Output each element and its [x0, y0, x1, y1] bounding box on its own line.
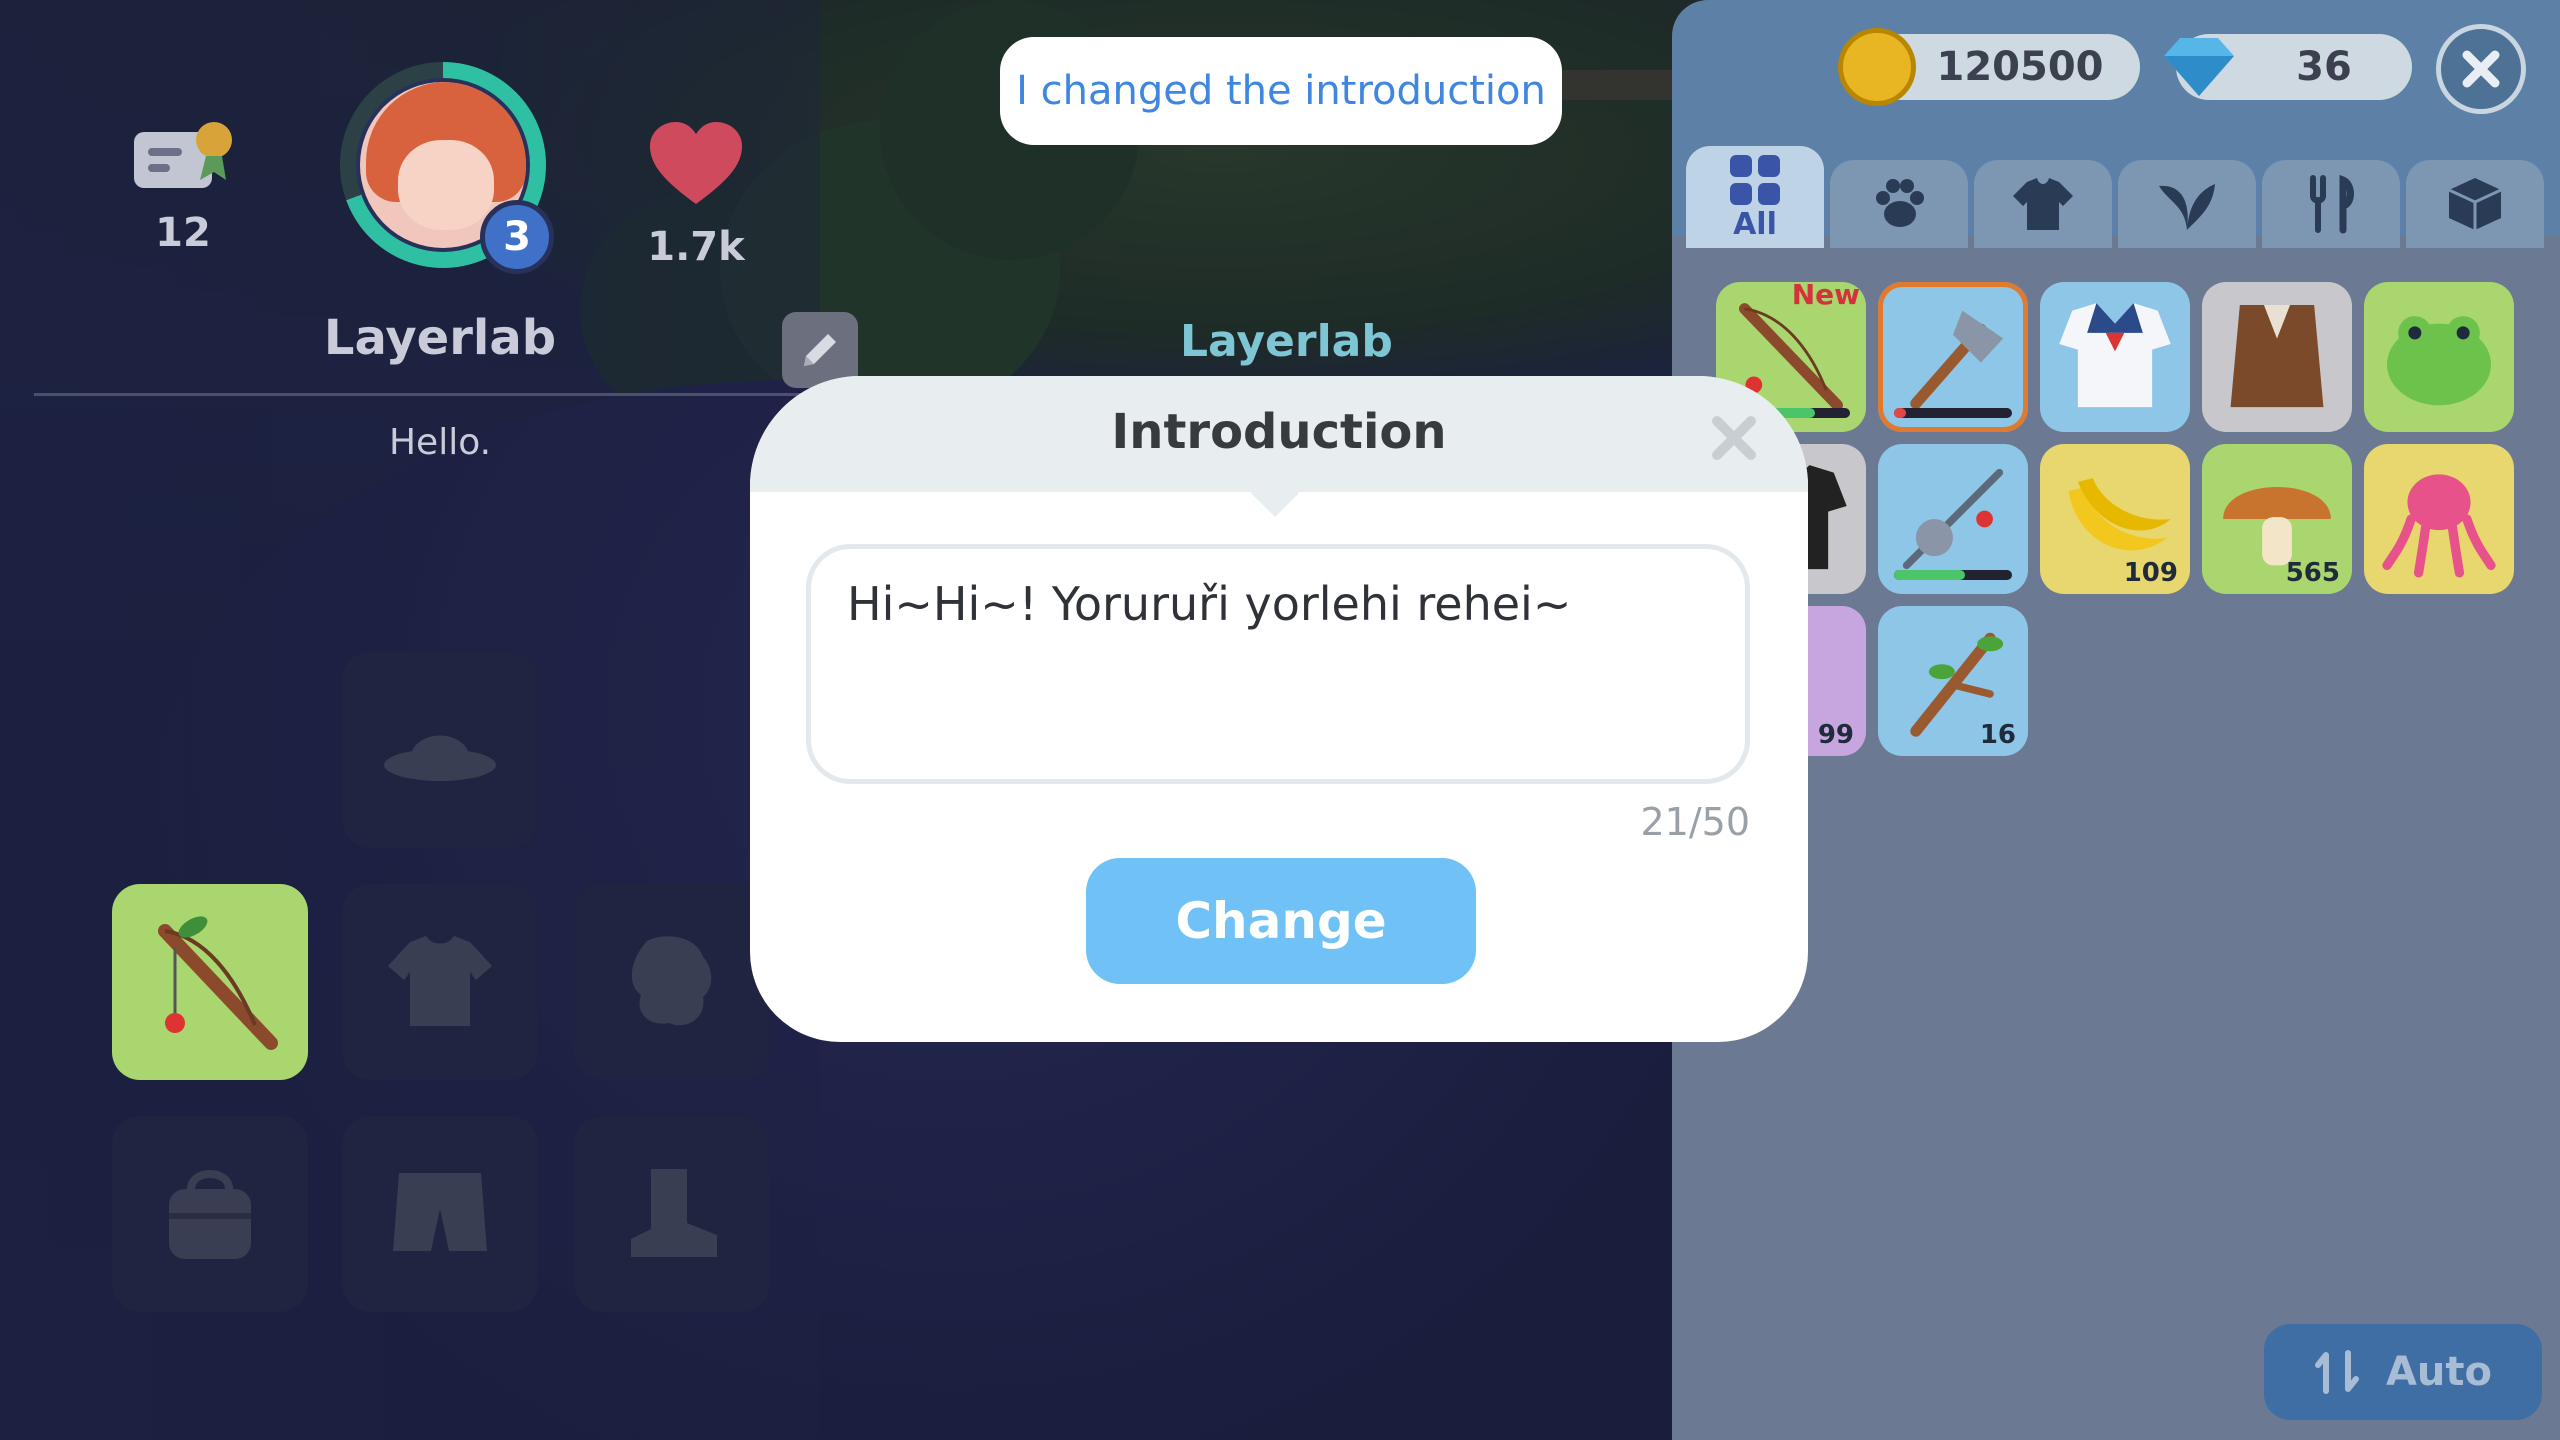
inventory-item-vest[interactable] — [2202, 282, 2352, 432]
inventory-item-sailor-shirt[interactable] — [2040, 282, 2190, 432]
coin-icon — [1838, 28, 1916, 106]
tab-all[interactable]: All — [1686, 146, 1824, 248]
pencil-icon — [804, 334, 836, 366]
inventory-item-octopus[interactable] — [2364, 444, 2514, 594]
introduction-input[interactable] — [806, 544, 1750, 784]
inventory-item-branch[interactable]: 16 — [1878, 606, 2028, 756]
equip-slot-fishing-rod[interactable] — [112, 884, 308, 1080]
tab-clothes[interactable] — [1974, 160, 2112, 248]
close-icon — [1712, 416, 1756, 460]
octopus-icon — [2382, 474, 2496, 578]
durability-bar — [1894, 408, 2012, 418]
profile-introduction: Hello. — [388, 422, 492, 463]
hat-icon — [384, 735, 496, 781]
item-count: 16 — [1979, 720, 2016, 750]
profile-name: Layerlab — [323, 310, 557, 366]
level-badge: 3 — [480, 200, 554, 274]
mail-count: 12 — [155, 210, 211, 256]
gem-amount: 36 — [2296, 44, 2352, 90]
glove-icon — [631, 936, 712, 1026]
player-name-tag: Layerlab — [1180, 316, 1393, 367]
change-button[interactable]: Change — [1086, 858, 1476, 984]
inventory-item-fishing-reel[interactable] — [1878, 444, 2028, 594]
sort-icon — [2314, 1350, 2359, 1394]
item-count: 99 — [1817, 720, 1854, 750]
likes-stat[interactable]: 1.7k — [632, 120, 760, 270]
item-count: 565 — [2285, 558, 2340, 588]
close-inventory-button[interactable] — [2436, 24, 2526, 114]
vest-icon — [2230, 305, 2324, 408]
new-tag: New — [1791, 282, 1860, 311]
equip-slot-top[interactable] — [342, 884, 538, 1080]
axe-icon — [1910, 310, 2004, 409]
auto-sort-label: Auto — [2385, 1349, 2493, 1395]
coin-amount: 120500 — [1936, 44, 2104, 90]
sailor-shirt-icon — [2059, 303, 2171, 408]
tab-plants[interactable] — [2118, 160, 2256, 248]
clothes-icon — [2013, 178, 2073, 230]
shirt-icon — [388, 936, 492, 1026]
item-count: 109 — [2123, 558, 2178, 588]
mail-stat[interactable]: 12 — [128, 118, 238, 256]
likes-count: 1.7k — [647, 224, 745, 270]
box-icon — [2448, 178, 2502, 230]
durability-bar — [1894, 570, 2012, 580]
tab-food[interactable] — [2262, 160, 2400, 248]
grid-icon — [1730, 154, 1780, 205]
shorts-icon — [393, 1173, 487, 1251]
name-divider — [34, 393, 824, 396]
inventory-item-frog-hat[interactable] — [2364, 282, 2514, 432]
fishing-reel-icon — [1902, 468, 2004, 570]
equip-slot-gloves[interactable] — [574, 884, 770, 1080]
leaf-icon — [2159, 184, 2215, 230]
toast-notification: I changed the introduction — [1000, 37, 1562, 145]
fishing-rod-icon — [158, 916, 278, 1050]
dialog-title: Introduction — [1111, 404, 1447, 460]
profile-panel: 12 3 1.7k Layerlab Hello. — [0, 0, 858, 1440]
boot-icon — [631, 1169, 717, 1257]
auto-sort-button[interactable]: Auto — [2264, 1324, 2542, 1420]
equip-slot-hat[interactable] — [342, 652, 538, 848]
inventory-item-banana[interactable]: 109 — [2040, 444, 2190, 594]
inventory-item-mushroom[interactable]: 565 — [2202, 444, 2352, 594]
heart-icon — [650, 122, 742, 204]
avatar-ring[interactable]: 3 — [340, 62, 554, 274]
equip-slot-bottom[interactable] — [342, 1116, 538, 1312]
equip-slot-bag[interactable] — [112, 1116, 308, 1312]
introduction-dialog: Introduction 21/50 Change — [750, 376, 1808, 1042]
tab-all-label: All — [1733, 206, 1777, 242]
paw-icon — [1876, 179, 1924, 227]
dialog-close-button[interactable] — [1704, 408, 1764, 468]
gem-icon — [2164, 38, 2234, 96]
equip-slot-shoes[interactable] — [574, 1116, 770, 1312]
tab-pets[interactable] — [1830, 160, 1968, 248]
close-icon — [2462, 50, 2500, 88]
frog-hat-icon — [2387, 316, 2491, 406]
tab-misc[interactable] — [2406, 160, 2544, 248]
inventory-item-axe[interactable] — [1878, 282, 2028, 432]
mail-badge-icon — [134, 122, 232, 188]
character-counter: 21/50 — [1640, 800, 1750, 844]
bag-icon — [169, 1170, 251, 1259]
fork-knife-icon — [2310, 174, 2354, 234]
